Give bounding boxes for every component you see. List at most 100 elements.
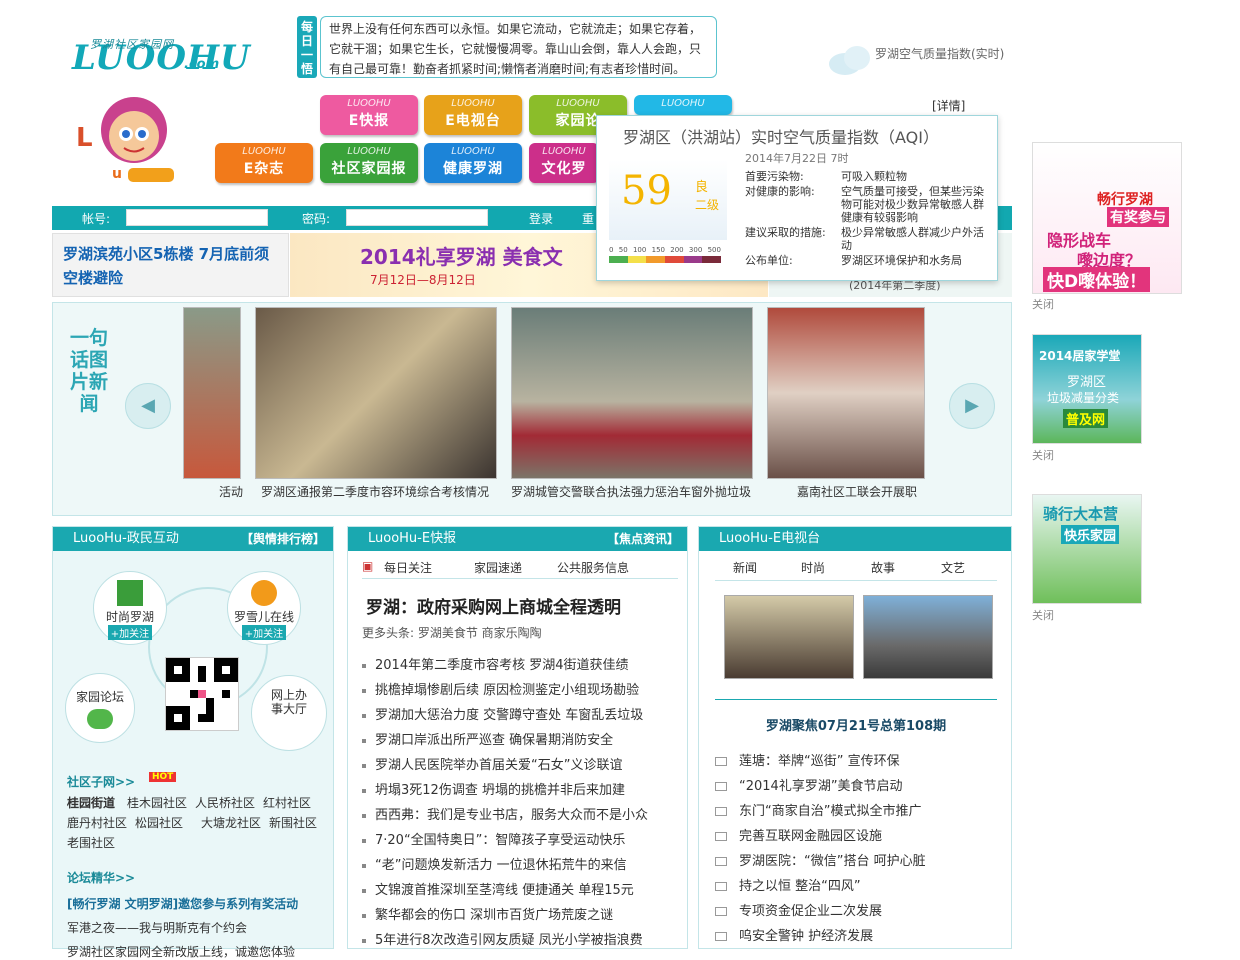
circle-luoxueer[interactable]: 罗雪儿在线 +加关注: [227, 571, 301, 645]
circle-fashion[interactable]: 时尚罗湖 +加关注: [93, 571, 167, 645]
tab-arts[interactable]: 文艺: [941, 559, 965, 576]
community-link[interactable]: 鹿丹村社区: [67, 816, 127, 830]
close-ad-button[interactable]: 关闭: [1032, 296, 1054, 312]
community-link[interactable]: 人民桥社区: [195, 796, 255, 810]
panel-ekuaibao: LuooHu-E快报 【焦点资讯】 ▣ 每日关注 家园速递 公共服务信息 罗湖：政…: [347, 526, 688, 949]
list-item[interactable]: 东门“商家自治”模式拟全市推广: [715, 799, 1005, 824]
divider: [715, 699, 997, 700]
tv-thumb-2[interactable]: [863, 595, 993, 679]
list-item[interactable]: 繁华都会的伤口 深圳市百货广场荒废之谜: [362, 903, 680, 928]
account-label: 帐号:: [82, 212, 111, 226]
fashion-icon: [117, 580, 143, 606]
focus-news-link[interactable]: 【焦点资讯】: [607, 527, 679, 551]
mascot-logo[interactable]: L u: [72, 88, 182, 188]
list-item[interactable]: “老”问题焕发新活力 一位退休拓荒牛的来信: [362, 853, 680, 878]
forum-item[interactable]: 军港之夜——我与明斯克有个约会: [67, 919, 247, 936]
aqi-details: 首要污染物: 可吸入颗粒物 对健康的影响: 空气质量可接受，但某些污染物可能对极少数…: [745, 170, 984, 267]
list-item[interactable]: 5年进行8次改造引网友质疑 凤光小学被指浪费: [362, 928, 680, 953]
community-link[interactable]: 红村社区: [263, 796, 311, 810]
ad-cycling-prize[interactable]: 畅行罗湖 有奖参与 隐形战车 嚟边度？ 快D嚟体验！: [1032, 142, 1182, 294]
nav-tile-health[interactable]: LUOOHU 健康罗湖: [424, 143, 522, 183]
list-item[interactable]: 呜安全警钟 护经济发展: [715, 924, 1005, 949]
list-item[interactable]: 完善互联网金融园区设施: [715, 824, 1005, 849]
list-item[interactable]: “2014礼享罗湖”美食节启动: [715, 774, 1005, 799]
aqi-date: 2014年7月22日 7时: [745, 152, 849, 165]
carousel-caption[interactable]: 罗湖区通报第二季度市容环境综合考核情况: [261, 483, 501, 500]
list-item[interactable]: 专项资金促企业二次发展: [715, 899, 1005, 924]
carousel-photo-3[interactable]: [767, 307, 925, 479]
logo-com: .com: [184, 57, 220, 72]
password-input[interactable]: [346, 209, 488, 226]
tv-thumb-1[interactable]: [724, 595, 854, 679]
cloud-icon: [825, 40, 875, 76]
more-headlines[interactable]: 更多头条: 罗湖美食节 商家乐陶陶: [362, 624, 542, 641]
circle-online-hall[interactable]: 网上办事大厅: [251, 675, 327, 751]
register-button[interactable]: 重: [582, 210, 594, 227]
carousel-caption[interactable]: 罗湖城管交警联合执法强力惩治车窗外抛垃圾: [511, 483, 761, 500]
list-item[interactable]: 西西弗：我们是专业书店，服务大众而不是小众: [362, 803, 680, 828]
episode-title[interactable]: 罗湖聚焦07月21号总第108期: [699, 715, 1013, 734]
community-link[interactable]: 新围社区: [269, 816, 317, 830]
forum-item[interactable]: [畅行罗湖 文明罗湖]邀您参与系列有奖活动: [67, 895, 298, 912]
banner-evacuation[interactable]: 罗湖滨苑小区5栋楼 7月底前须空楼避险: [52, 233, 289, 297]
account-input[interactable]: [126, 209, 268, 226]
carousel-side-title: 一句话图片新闻: [69, 327, 108, 415]
svg-text:u: u: [112, 166, 122, 182]
tab-public-service[interactable]: 公共服务信息: [557, 559, 629, 576]
follow-button[interactable]: +加关注: [241, 625, 287, 640]
login-button[interactable]: 登录: [529, 210, 553, 227]
community-subnet-title[interactable]: 社区子网>>: [67, 773, 135, 790]
carousel-prev-button[interactable]: ◀: [125, 383, 171, 429]
tab-home-express[interactable]: 家园速递: [474, 559, 522, 576]
list-item[interactable]: 罗湖医院：“微信”搭台 呵护心脏: [715, 849, 1005, 874]
list-item[interactable]: 文锦渡首推深圳至茎湾线 便捷通关 单程15元: [362, 878, 680, 903]
carousel-next-button[interactable]: ▶: [949, 383, 995, 429]
carousel-photo-2[interactable]: [511, 307, 753, 479]
list-item[interactable]: 罗湖口岸派出所严巡查 确保暑期消防安全: [362, 728, 680, 753]
carousel-photo-0[interactable]: [183, 307, 241, 479]
forum-highlights-title[interactable]: 论坛精华>>: [67, 869, 135, 886]
nav-tile-4[interactable]: LUOOHU: [634, 95, 732, 115]
list-item[interactable]: 挑檐掉塌惨剧后续 原因检测鉴定小组现场勘验: [362, 678, 680, 703]
list-item[interactable]: 罗湖加大惩治力度 交警蹲守查处 车窗乱丢垃圾: [362, 703, 680, 728]
chat-icon: [87, 709, 113, 729]
forum-item[interactable]: 罗湖社区家园网全新改版上线，诚邀您体验: [67, 943, 327, 960]
carousel-caption[interactable]: 嘉南社区工联会开展职: [797, 483, 925, 500]
community-link[interactable]: 桂木园社区: [127, 796, 187, 810]
community-link[interactable]: 大塘龙社区: [201, 816, 261, 830]
nav-tile-community-paper[interactable]: LUOOHU 社区家园报: [320, 143, 418, 183]
tv-list: 莲塘：举牌“巡街” 宣传环保 “2014礼享罗湖”美食节启动 东门“商家自治”模…: [715, 749, 1005, 949]
list-item[interactable]: 2014年第二季度市容考核 罗湖4街道获佳绩: [362, 653, 680, 678]
aqi-detail-link[interactable]: [详情]: [932, 97, 965, 114]
ad-cycling-base[interactable]: 骑行大本营 快乐家园: [1032, 494, 1142, 604]
news-list: 2014年第二季度市容考核 罗湖4街道获佳绩 挑檐掉塌惨剧后续 原因检测鉴定小组…: [362, 653, 680, 953]
ad-garbage-sorting[interactable]: 2014居家学堂 罗湖区 垃圾减量分类 普及网: [1032, 334, 1142, 444]
nav-tile-ekuaibao[interactable]: LUOOHU E快报: [320, 95, 418, 135]
list-item[interactable]: 坍塌3死12伤调查 坍塌的挑檐并非后来加建: [362, 778, 680, 803]
tab-news[interactable]: 新闻: [733, 559, 757, 576]
nav-tile-etv[interactable]: LUOOHU E电视台: [424, 95, 522, 135]
tab-fashion[interactable]: 时尚: [801, 559, 825, 576]
logo-cn: 罗湖社区家园网: [90, 38, 174, 51]
headline[interactable]: 罗湖：政府采购网上商城全程透明: [366, 593, 621, 618]
list-item[interactable]: 罗湖人民医院举办首届关爱“石女”义诊联谊: [362, 753, 680, 778]
list-item[interactable]: 莲塘：举牌“巡街” 宣传环保: [715, 749, 1005, 774]
circle-forum[interactable]: 家园论坛: [65, 673, 135, 743]
tab-story[interactable]: 故事: [871, 559, 895, 576]
luoxueer-icon: [251, 580, 277, 606]
close-ad-button[interactable]: 关闭: [1032, 607, 1054, 623]
list-item[interactable]: 持之以恒 整治“四风”: [715, 874, 1005, 899]
close-ad-button[interactable]: 关闭: [1032, 447, 1054, 463]
list-item[interactable]: 7·20“全国特奥日”：智障孩子享受运动快乐: [362, 828, 680, 853]
video-icon: [715, 807, 727, 816]
carousel-caption[interactable]: 活动: [183, 483, 243, 500]
nav-tile-ezazhi[interactable]: LUOOHU E杂志: [215, 143, 313, 183]
follow-button[interactable]: +加关注: [107, 625, 153, 640]
community-link[interactable]: 桂园街道: [67, 796, 115, 810]
sentiment-rank-link[interactable]: 【舆情排行榜】: [241, 527, 325, 551]
nav-tile-culture[interactable]: LUOOHU 文化罗: [529, 143, 599, 183]
carousel-photo-1[interactable]: [255, 307, 497, 479]
community-link[interactable]: 松园社区: [135, 816, 183, 830]
community-link[interactable]: 老围社区: [67, 836, 115, 850]
tab-daily-focus[interactable]: 每日关注: [384, 559, 432, 576]
